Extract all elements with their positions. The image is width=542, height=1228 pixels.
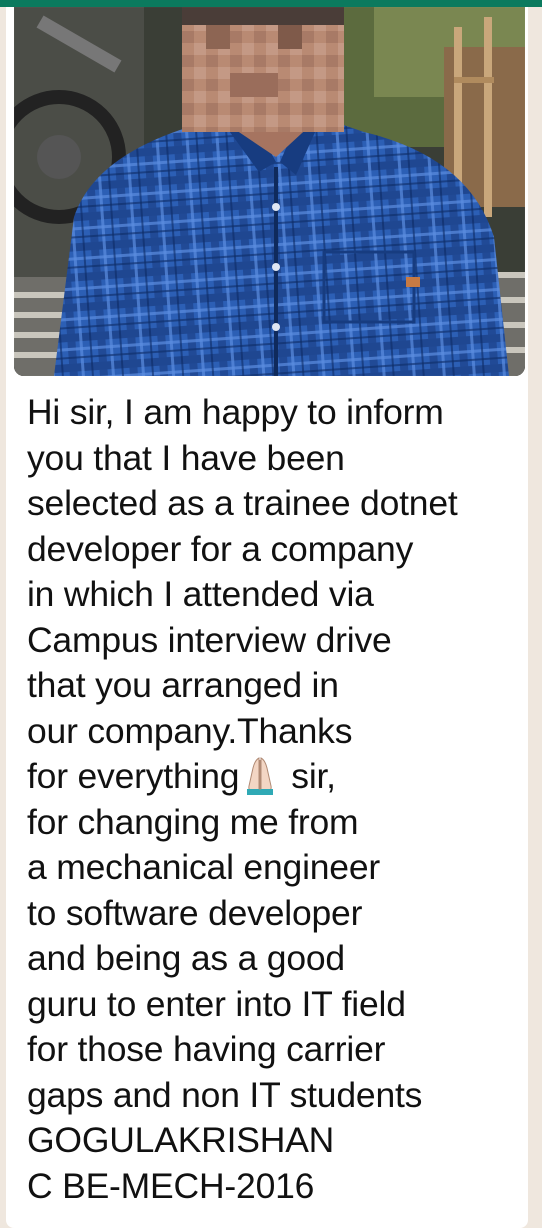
message-line: our company.Thanks — [27, 710, 353, 751]
app-header-strip — [0, 0, 542, 7]
folded-hands-icon — [241, 756, 279, 796]
message-line: for changing me from — [27, 801, 359, 842]
person-photo-illustration — [14, 7, 525, 376]
message-line: to software developer — [27, 892, 363, 933]
message-line: you that I have been — [27, 437, 345, 478]
message-line: GOGULAKRISHAN — [27, 1120, 335, 1160]
message-line: that you arranged in — [27, 665, 339, 705]
message-text: Hi sir, I am happy to inform you that I … — [27, 390, 522, 1209]
attached-photo[interactable] — [14, 7, 525, 376]
message-line-with-emoji: for everything sir, — [27, 754, 522, 800]
message-line: selected as a trainee dotnet — [27, 483, 458, 523]
message-line: guru to enter into IT field — [27, 983, 406, 1024]
message-line: and being as a good — [27, 938, 345, 978]
message-line: a mechanical engineer — [27, 847, 381, 887]
message-line: Campus interview drive — [27, 619, 392, 660]
message-line: in which I attended via — [27, 574, 374, 614]
message-bubble[interactable]: Hi sir, I am happy to inform you that I … — [6, 7, 528, 1228]
message-line: Hi sir, I am happy to inform — [27, 392, 444, 432]
message-line: C BE-MECH-2016 — [27, 1165, 315, 1206]
message-line: gaps and non IT students — [27, 1074, 423, 1115]
message-line-part: for everything — [27, 756, 240, 796]
message-line-part: sir, — [291, 756, 336, 796]
message-line: for those having carrier — [27, 1029, 386, 1069]
message-line: developer for a company — [27, 528, 414, 569]
